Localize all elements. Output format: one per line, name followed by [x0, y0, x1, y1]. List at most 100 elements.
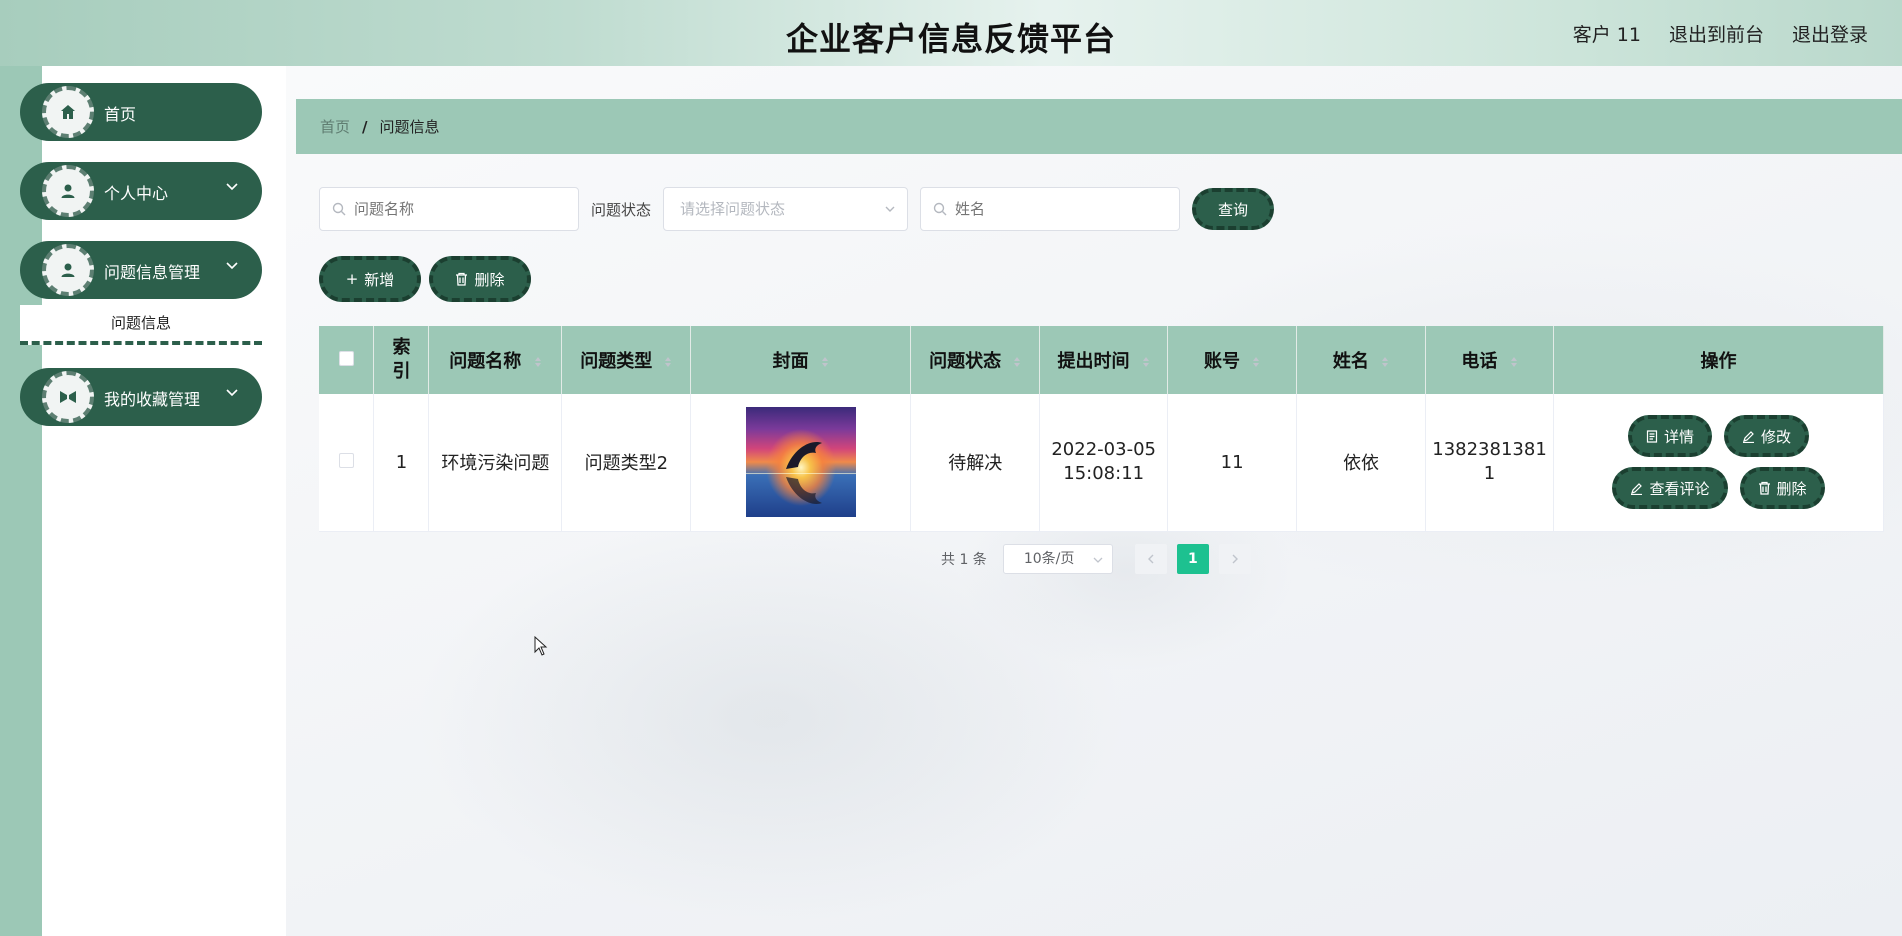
person-name-field[interactable] — [920, 187, 1181, 231]
cell-status: 待解决 — [910, 394, 1041, 532]
column-header-label: 索引 — [392, 337, 411, 382]
column-header-label: 操作 — [1700, 351, 1737, 372]
column-header-account[interactable]: 账号 — [1167, 326, 1298, 394]
sidebar-item-home[interactable]: 首页 — [20, 83, 262, 141]
chevron-down-icon — [226, 183, 238, 191]
sort-icon[interactable] — [534, 356, 542, 368]
sort-icon[interactable] — [1013, 356, 1021, 368]
cover-image[interactable] — [745, 407, 856, 518]
row-checkbox[interactable] — [338, 452, 354, 468]
page-size-select[interactable]: 10条/页 — [1002, 544, 1113, 574]
chevron-down-icon — [1093, 557, 1103, 563]
search-icon — [332, 202, 346, 216]
column-header-cover[interactable]: 封面 — [690, 326, 912, 394]
row-delete-button[interactable]: 删除 — [1739, 467, 1825, 510]
operations-line: 查看评论 删除 — [1612, 467, 1825, 510]
cell-person: 依依 — [1296, 394, 1427, 532]
issue-name-input[interactable] — [354, 200, 554, 218]
cell-phone: 1382381381 1 — [1425, 394, 1555, 532]
column-header-phone[interactable]: 电话 — [1425, 326, 1555, 394]
document-icon — [1646, 430, 1658, 443]
edit-button-label: 修改 — [1761, 427, 1792, 446]
status-filter-label: 问题状态 — [591, 200, 652, 219]
page-number-current[interactable]: 1 — [1176, 544, 1209, 574]
column-header-status[interactable]: 问题状态 — [910, 326, 1041, 394]
sort-icon[interactable] — [1381, 356, 1389, 368]
next-page-button[interactable] — [1218, 544, 1251, 574]
mouse-cursor-icon — [534, 636, 548, 656]
view-comments-button[interactable]: 查看评论 — [1612, 467, 1728, 510]
issue-name-field[interactable] — [319, 187, 579, 231]
sidebar-item-issue-management[interactable]: 问题信息管理 — [20, 241, 262, 299]
pagination-total: 共 1 条 — [941, 552, 987, 568]
delete-button[interactable]: 删除 — [429, 256, 531, 302]
edit-icon — [1743, 430, 1754, 443]
select-all-checkbox[interactable] — [338, 350, 354, 366]
add-button-label: 新增 — [364, 270, 395, 289]
logout-link[interactable]: 退出登录 — [1792, 20, 1868, 47]
user-icon — [42, 244, 94, 296]
table-row: 1 环境污染问题 问题类型2 待解决 2022-03-05 15:08:11 1… — [319, 394, 1884, 532]
column-header-issue-name[interactable]: 问题名称 — [428, 326, 563, 394]
cell-operations: 详情 修改 查看评论 删除 — [1553, 394, 1884, 532]
select-all-cell — [319, 326, 375, 394]
sort-icon[interactable] — [821, 356, 829, 368]
column-header-label: 账号 — [1203, 351, 1240, 372]
prev-page-button[interactable] — [1134, 544, 1167, 574]
sidebar-subitem-issue-info[interactable]: 问题信息 — [20, 305, 262, 345]
query-button[interactable]: 查询 — [1192, 188, 1275, 230]
column-header-issue-type[interactable]: 问题类型 — [561, 326, 692, 394]
column-header-label: 提出时间 — [1057, 351, 1130, 372]
sidebar-item-favorites[interactable]: 我的收藏管理 — [20, 368, 262, 426]
sort-icon[interactable] — [1142, 356, 1150, 368]
person-name-input[interactable] — [955, 200, 1156, 218]
action-bar: + 新增 删除 — [319, 256, 531, 302]
cell-issue-name: 环境污染问题 — [428, 394, 563, 532]
detail-button-label: 详情 — [1663, 427, 1694, 446]
detail-button[interactable]: 详情 — [1627, 415, 1712, 458]
top-header: 企业客户信息反馈平台 客户 11 退出到前台 退出登录 — [0, 0, 1902, 66]
sort-icon[interactable] — [664, 356, 672, 368]
current-user-label[interactable]: 客户 11 — [1573, 20, 1641, 47]
column-header-time[interactable]: 提出时间 — [1039, 326, 1169, 394]
chevron-down-icon — [885, 206, 895, 212]
search-icon — [933, 202, 947, 216]
sidebar-item-personal-center[interactable]: 个人中心 — [20, 162, 262, 220]
sidebar-item-label: 个人中心 — [104, 184, 169, 203]
column-header-label: 问题类型 — [580, 351, 653, 372]
dolphin-silhouette — [745, 442, 856, 505]
header-actions: 客户 11 退出到前台 退出登录 — [1573, 20, 1868, 47]
column-header-operations: 操作 — [1553, 326, 1884, 394]
row-select-cell — [319, 394, 375, 532]
sort-icon[interactable] — [1510, 356, 1518, 368]
edit-button[interactable]: 修改 — [1724, 415, 1810, 458]
operations-line: 详情 修改 — [1627, 415, 1810, 458]
column-header-label: 问题名称 — [449, 351, 522, 372]
breadcrumb-current: 问题信息 — [379, 118, 440, 136]
chevron-down-icon — [226, 262, 238, 270]
main-content: 首页 / 问题信息 问题状态 请选择问题状态 查询 + 新增 删除 — [286, 66, 1902, 936]
operations-group: 详情 修改 查看评论 删除 — [1554, 415, 1883, 510]
search-bar: 问题状态 请选择问题状态 查询 — [319, 187, 1275, 231]
sidebar-item-label: 首页 — [104, 105, 137, 124]
plus-icon: + — [345, 270, 359, 288]
cell-issue-type: 问题类型2 — [561, 394, 692, 532]
column-header-label: 封面 — [772, 351, 809, 372]
sort-icon[interactable] — [1252, 356, 1260, 368]
breadcrumb-home[interactable]: 首页 — [320, 116, 350, 137]
cell-phone-line2: 1 — [1483, 463, 1496, 485]
column-header-label: 问题状态 — [929, 351, 1002, 372]
go-to-front-link[interactable]: 退出到前台 — [1669, 20, 1764, 47]
column-header-person[interactable]: 姓名 — [1296, 326, 1427, 394]
add-button[interactable]: + 新增 — [319, 256, 421, 302]
column-header-label: 姓名 — [1332, 351, 1369, 372]
sidebar-item-label: 问题信息管理 — [104, 263, 201, 282]
chevron-right-icon — [1232, 554, 1238, 564]
sidebar-item-label: 我的收藏管理 — [104, 390, 201, 409]
cell-phone-line1: 1382381381 — [1432, 439, 1547, 461]
trash-icon — [1758, 482, 1770, 495]
breadcrumb-separator: / — [362, 117, 368, 136]
status-select[interactable]: 请选择问题状态 — [663, 187, 909, 231]
issue-table: 索引 问题名称 问题类型 封面 问题状态 提出时间 账号 姓名 电话 操作 1 … — [319, 326, 1884, 532]
user-icon — [42, 165, 94, 217]
